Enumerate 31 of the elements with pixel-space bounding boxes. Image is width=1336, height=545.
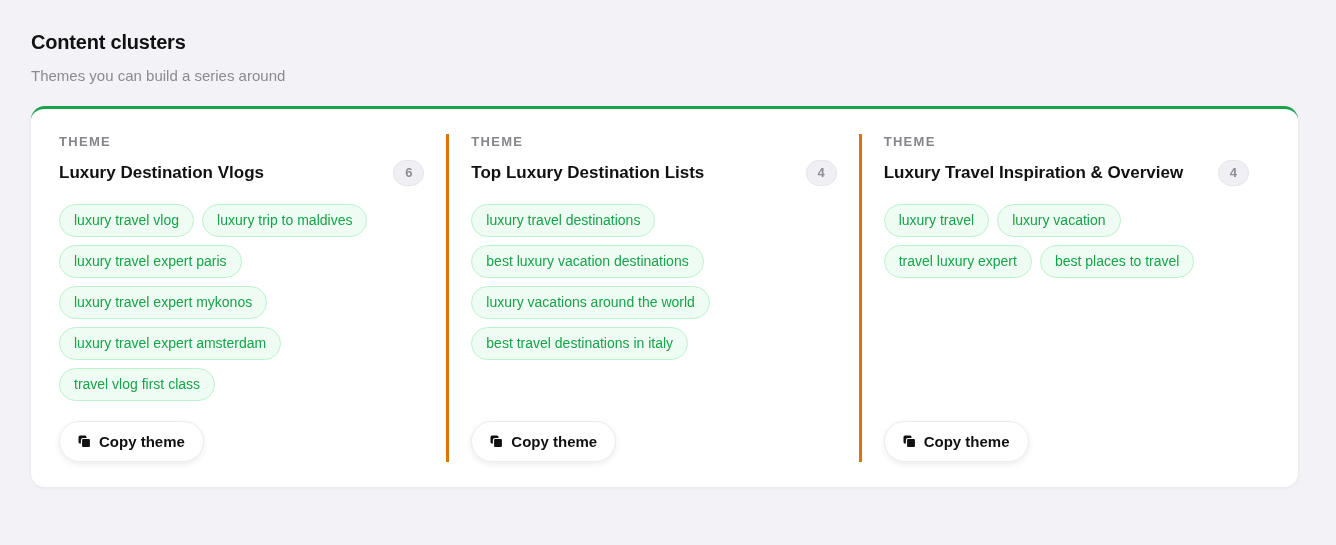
keyword-tag: best travel destinations in italy [471,327,689,360]
theme-title: Luxury Destination Vlogs [59,162,264,184]
keyword-tag: luxury travel expert mykonos [59,286,268,319]
copy-theme-button[interactable]: Copy theme [883,421,1029,462]
copy-icon [490,435,504,448]
copy-icon [78,435,91,448]
keyword-tag: luxury vacation [997,204,1121,237]
keyword-tag: luxury travel expert paris [59,245,242,278]
keyword-tag: best places to travel [1039,245,1195,278]
copy-icon [902,435,916,448]
keyword-tag: luxury trip to maldives [202,204,368,237]
keyword-tag: best luxury vacation destinations [471,245,704,278]
keyword-tag: travel vlog first class [59,368,216,401]
theme-title: Top Luxury Destination Lists [471,162,705,184]
copy-theme-button[interactable]: Copy theme [471,421,617,462]
theme-title: Luxury Travel Inspiration & Overview [883,162,1184,184]
keyword-tag: luxury travel vlog [59,204,195,237]
copy-theme-button[interactable]: Copy theme [59,421,204,462]
keyword-tag: luxury travel [883,204,990,237]
section-title: Content clusters [31,30,187,54]
theme-label: THEME [59,134,112,150]
theme-label: THEME [883,134,937,150]
keyword-tag: luxury travel destinations [471,204,656,237]
keyword-tag: travel luxury expert [883,245,1032,278]
keyword-tag: luxury vacations around the world [471,286,710,319]
keyword-tag: luxury travel expert amsterdam [59,327,282,360]
count-badge: 4 [805,160,837,186]
section-subtitle: Themes you can build a series around [31,66,287,86]
count-badge: 6 [393,160,425,186]
count-badge: 4 [1218,160,1249,186]
theme-label: THEME [471,134,525,150]
